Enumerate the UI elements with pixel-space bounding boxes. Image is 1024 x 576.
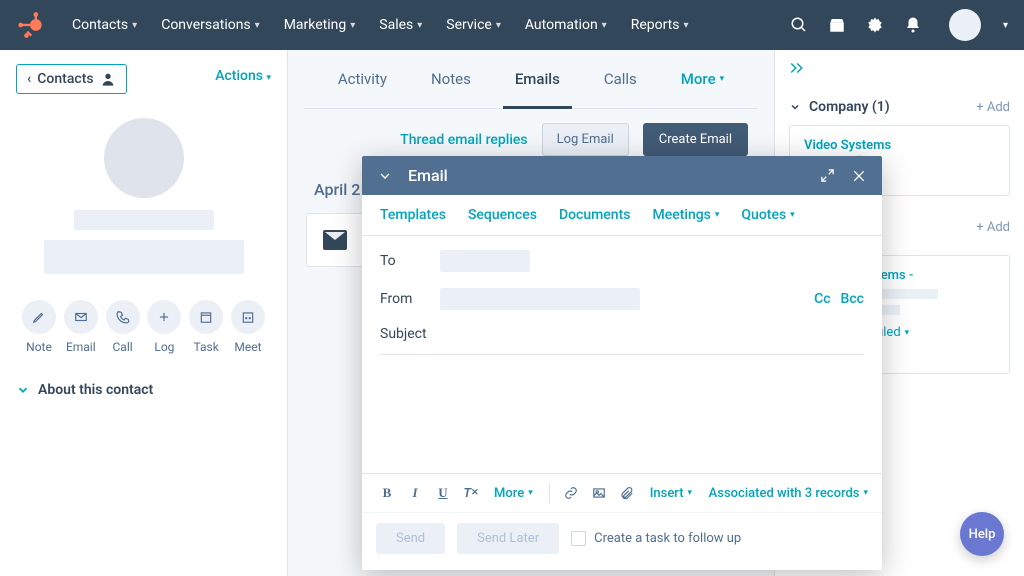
send-button[interactable]: Send xyxy=(376,523,445,554)
expand-sidebar-icon[interactable] xyxy=(789,60,1010,79)
from-label: From xyxy=(380,291,440,307)
sequences-link[interactable]: Sequences xyxy=(468,207,537,223)
image-button[interactable] xyxy=(588,482,610,504)
bold-button[interactable]: B xyxy=(376,482,398,504)
italic-button[interactable]: I xyxy=(404,482,426,504)
contact-sidebar: ‹ Contacts Actions ▾ Note Email Call Log… xyxy=(0,50,288,576)
from-input[interactable] xyxy=(440,288,640,310)
to-label: To xyxy=(380,253,440,269)
underline-button[interactable]: U xyxy=(432,482,454,504)
insert-menu[interactable]: Insert▾ xyxy=(644,482,698,504)
marketplace-icon[interactable] xyxy=(827,15,847,35)
nav-contacts[interactable]: Contacts▾ xyxy=(64,11,145,39)
tab-calls[interactable]: Calls xyxy=(600,50,641,108)
thread-replies-link[interactable]: Thread email replies xyxy=(400,132,527,148)
associated-records-link[interactable]: Associated with 3 records▾ xyxy=(709,486,868,501)
plus-icon xyxy=(147,300,181,334)
create-email-button[interactable]: Create Email xyxy=(643,123,748,156)
quotes-menu[interactable]: Quotes▾ xyxy=(741,207,794,223)
format-toolbar: B I U T✕ More▾ Insert▾ Associated with 3… xyxy=(362,473,882,512)
tab-activity[interactable]: Activity xyxy=(334,50,391,108)
help-button[interactable]: Help xyxy=(960,512,1004,556)
chevron-down-icon xyxy=(789,101,801,113)
about-contact-section[interactable]: About this contact xyxy=(16,382,271,398)
account-menu-caret[interactable]: ▾ xyxy=(1003,20,1008,31)
tab-emails[interactable]: Emails xyxy=(511,50,564,108)
chevron-down-icon xyxy=(16,383,30,397)
link-button[interactable] xyxy=(560,482,582,504)
company-section-header[interactable]: Company (1) xyxy=(789,99,890,115)
back-label: Contacts xyxy=(37,71,93,87)
expand-icon[interactable] xyxy=(818,167,836,185)
notifications-icon[interactable] xyxy=(903,15,923,35)
envelope-icon xyxy=(64,300,98,334)
contact-detail-placeholder xyxy=(44,240,244,274)
task-button[interactable]: Task xyxy=(189,300,223,354)
settings-icon[interactable] xyxy=(865,15,885,35)
bcc-link[interactable]: Bcc xyxy=(841,291,864,307)
nav-menu: Contacts▾ Conversations▾ Marketing▾ Sale… xyxy=(64,11,697,39)
nav-conversations[interactable]: Conversations▾ xyxy=(153,11,268,39)
about-title: About this contact xyxy=(38,382,153,398)
contact-avatar[interactable] xyxy=(104,118,184,198)
collapse-icon[interactable] xyxy=(376,167,394,185)
company-name: Video Systems xyxy=(804,138,995,153)
contact-name-placeholder xyxy=(74,210,214,230)
follow-up-task-checkbox[interactable] xyxy=(571,531,586,546)
cc-link[interactable]: Cc xyxy=(814,291,830,307)
chevron-left-icon: ‹ xyxy=(27,71,31,87)
actions-menu[interactable]: Actions ▾ xyxy=(215,68,271,84)
compose-email-panel: Email Templates Sequences Documents Meet… xyxy=(362,156,882,570)
add-company-link[interactable]: + Add xyxy=(976,100,1010,115)
follow-up-label: Create a task to follow up xyxy=(594,531,741,546)
calendar-dots-icon xyxy=(231,300,265,334)
compose-toolbar: Templates Sequences Documents Meetings▾ … xyxy=(362,195,882,236)
phone-icon xyxy=(106,300,140,334)
top-navigation: Contacts▾ Conversations▾ Marketing▾ Sale… xyxy=(0,0,1024,50)
email-button[interactable]: Email xyxy=(64,300,98,354)
person-icon xyxy=(100,71,116,87)
hubspot-logo-icon xyxy=(16,11,44,39)
tab-notes[interactable]: Notes xyxy=(427,50,475,108)
user-avatar[interactable] xyxy=(949,9,981,41)
nav-automation[interactable]: Automation▾ xyxy=(517,11,615,39)
email-body-editor[interactable] xyxy=(362,355,882,473)
divider xyxy=(549,483,550,503)
log-email-button[interactable]: Log Email xyxy=(542,123,629,156)
back-to-contacts[interactable]: ‹ Contacts xyxy=(16,64,127,94)
calendar-check-icon xyxy=(189,300,223,334)
meet-button[interactable]: Meet xyxy=(231,300,265,354)
documents-link[interactable]: Documents xyxy=(559,207,631,223)
pencil-icon xyxy=(22,300,56,334)
log-button[interactable]: Log xyxy=(147,300,181,354)
tab-more[interactable]: More▾ xyxy=(677,50,728,108)
to-input[interactable] xyxy=(440,250,530,272)
subject-label: Subject xyxy=(380,326,440,342)
note-button[interactable]: Note xyxy=(22,300,56,354)
activity-tabs: Activity Notes Emails Calls More▾ xyxy=(304,50,758,109)
search-icon[interactable] xyxy=(789,15,809,35)
add-deal-link[interactable]: + Add xyxy=(976,220,1010,235)
nav-reports[interactable]: Reports▾ xyxy=(623,11,697,39)
nav-sales[interactable]: Sales▾ xyxy=(371,11,430,39)
send-later-button[interactable]: Send Later xyxy=(457,523,559,554)
envelope-icon xyxy=(323,230,347,250)
nav-service[interactable]: Service▾ xyxy=(438,11,509,39)
call-button[interactable]: Call xyxy=(106,300,140,354)
compose-header: Email xyxy=(362,156,882,195)
close-icon[interactable] xyxy=(850,167,868,185)
clear-format-button[interactable]: T✕ xyxy=(460,482,482,504)
meetings-menu[interactable]: Meetings▾ xyxy=(652,207,719,223)
attachment-button[interactable] xyxy=(616,482,638,504)
format-more-menu[interactable]: More▾ xyxy=(488,482,539,504)
compose-title: Email xyxy=(408,166,804,185)
nav-marketing[interactable]: Marketing▾ xyxy=(276,11,364,39)
templates-link[interactable]: Templates xyxy=(380,207,446,223)
